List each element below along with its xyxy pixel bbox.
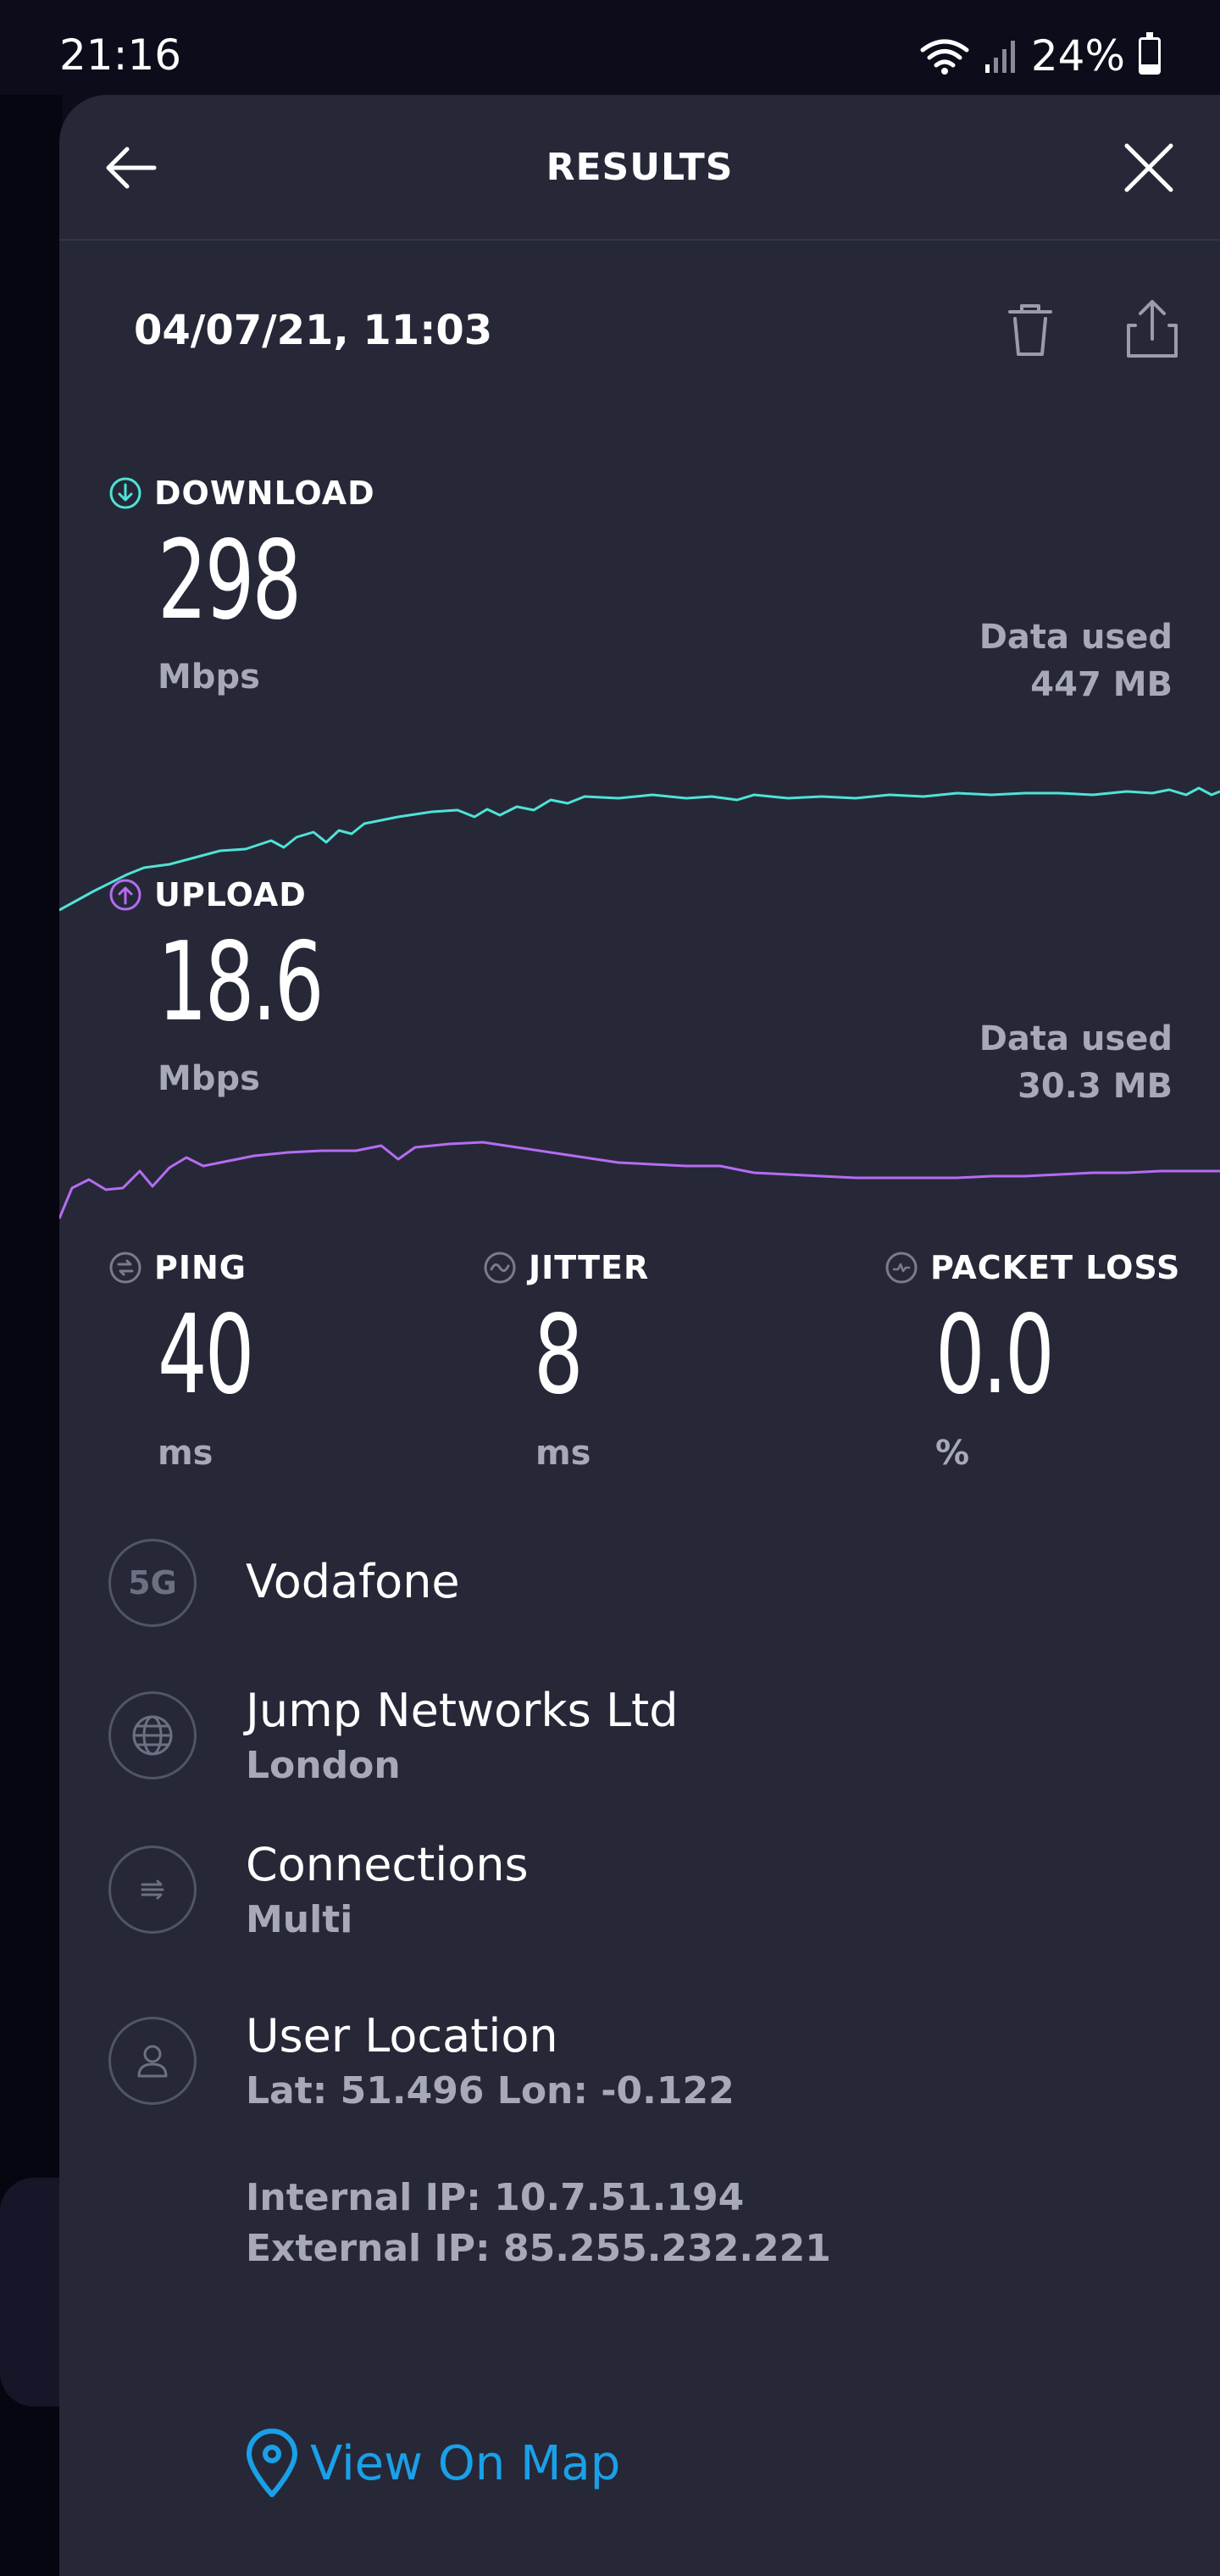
packet-loss-label: PACKET LOSS [930, 1249, 1181, 1286]
upload-label-row: UPLOAD [108, 876, 307, 913]
view-on-map-link[interactable]: View On Map [242, 2427, 620, 2500]
ping-icon [109, 1252, 141, 1284]
packet-loss-unit: % [935, 1434, 970, 1473]
packet-loss-icon [885, 1252, 918, 1284]
provider-name: Vodafone [246, 1555, 460, 1608]
upload-icon [109, 879, 141, 911]
status-bar: 21:16 24% [0, 0, 1220, 95]
globe-icon [108, 1691, 197, 1779]
cell-signal-icon [984, 41, 1015, 73]
jitter-unit: ms [535, 1434, 591, 1473]
map-pin-icon [247, 2429, 297, 2497]
status-time: 21:16 [59, 31, 182, 80]
upload-data-used-label: Data used [979, 1019, 1173, 1058]
download-speed: 298 [158, 518, 302, 644]
battery-percent: 24% [1030, 31, 1125, 80]
wifi-icon [920, 39, 969, 75]
jitter-icon [484, 1252, 516, 1284]
ping-value: 40 [158, 1292, 254, 1418]
close-icon[interactable] [1117, 136, 1181, 200]
results-panel: RESULTS 04/07/21, 11:03 DOWNLOAD 298 Mbp… [59, 95, 1220, 2576]
connections-icon [108, 1846, 197, 1934]
upload-unit: Mbps [158, 1059, 260, 1098]
user-icon [108, 2017, 197, 2105]
user-location-row: User Location Lat: 51.496 Lon: -0.122 [108, 2009, 735, 2117]
ip-addresses: Internal IP: 10.7.51.194 External IP: 85… [246, 2173, 831, 2274]
jitter-label-row: JITTER [483, 1249, 649, 1286]
test-date: 04/07/21, 11:03 [134, 307, 493, 354]
jitter-label: JITTER [529, 1249, 650, 1286]
server-row: Jump Networks Ltd London [108, 1684, 679, 1791]
download-data-used-label: Data used [979, 618, 1173, 657]
connections-label: Connections [246, 1838, 529, 1891]
external-ip: External IP: 85.255.232.221 [246, 2227, 831, 2270]
packet-loss-label-row: PACKET LOSS [884, 1249, 1180, 1286]
connections-row: Connections Multi [108, 1838, 529, 1946]
ping-label: PING [154, 1249, 247, 1286]
internal-ip: Internal IP: 10.7.51.194 [246, 2176, 745, 2219]
provider-row: 5G Vodafone [108, 1539, 460, 1627]
share-icon[interactable] [1118, 295, 1186, 363]
5g-icon: 5G [108, 1539, 197, 1627]
page-title: RESULTS [546, 146, 734, 189]
download-icon [109, 477, 141, 509]
download-label-row: DOWNLOAD [108, 475, 375, 512]
packet-loss-value: 0.0 [935, 1292, 1055, 1418]
battery-icon [1139, 32, 1161, 75]
upload-speed: 18.6 [158, 919, 324, 1046]
status-icons: 24% [919, 31, 1161, 81]
server-city: London [246, 1744, 401, 1787]
ping-unit: ms [158, 1434, 214, 1473]
view-on-map-label[interactable]: View On Map [310, 2436, 620, 2491]
connections-value: Multi [246, 1898, 353, 1941]
trash-icon[interactable] [998, 298, 1062, 363]
upload-graph [59, 1141, 1220, 1219]
jitter-value: 8 [534, 1292, 584, 1418]
user-location-coords: Lat: 51.496 Lon: -0.122 [246, 2069, 735, 2112]
user-location-label: User Location [246, 2009, 558, 2062]
5g-icon-text: 5G [128, 1564, 177, 1602]
download-label: DOWNLOAD [154, 475, 375, 512]
ping-label-row: PING [108, 1249, 247, 1286]
server-name: Jump Networks Ltd [246, 1684, 679, 1737]
upload-label: UPLOAD [154, 876, 307, 913]
results-header: RESULTS [59, 95, 1220, 241]
background-card-edge [0, 2178, 63, 2407]
